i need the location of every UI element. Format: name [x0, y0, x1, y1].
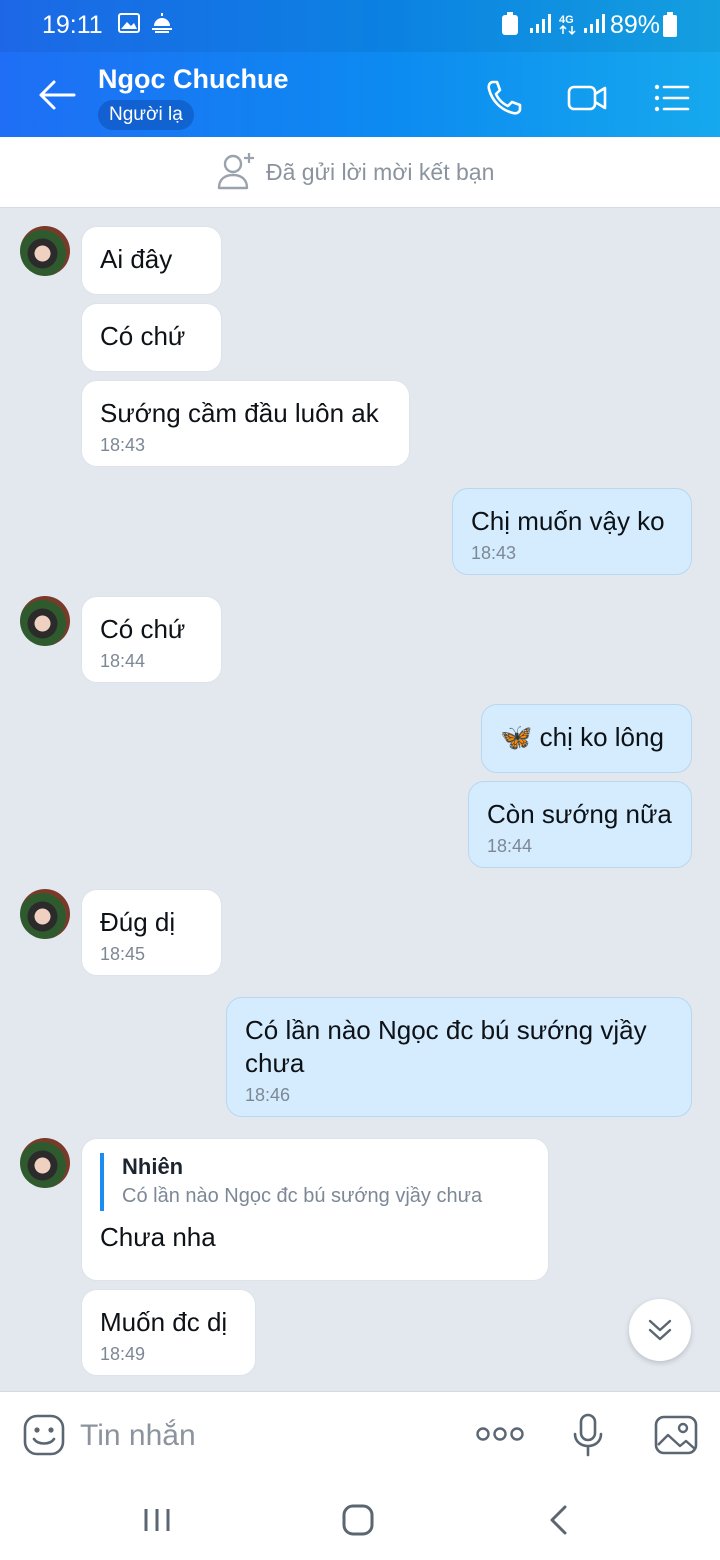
svg-text:4G: 4G — [559, 14, 574, 26]
recent-apps-icon[interactable] — [136, 1499, 178, 1541]
microphone-icon[interactable] — [572, 1412, 604, 1458]
contact-avatar[interactable] — [20, 889, 70, 939]
contact-avatar[interactable] — [20, 226, 70, 276]
home-icon[interactable] — [337, 1499, 379, 1541]
incoming-message[interactable]: Có chứ 18:44 — [81, 596, 222, 683]
scroll-to-bottom-button[interactable] — [629, 1299, 691, 1361]
stranger-badge: Người lạ — [98, 100, 194, 130]
phone-icon[interactable] — [484, 78, 524, 118]
message-text: Đúg dị — [100, 907, 176, 937]
battery-icon — [663, 12, 677, 37]
message-time: 18:49 — [100, 1344, 146, 1364]
message-time: 18:43 — [100, 435, 146, 455]
message-text: chị ko lông — [539, 722, 664, 752]
friend-request-status: Đã gửi lời mời kết bạn — [266, 159, 495, 185]
battery-percent: 89% — [609, 11, 660, 39]
app-header: 19:11 4G 89% Ngọc Chuchue Người lạ — [0, 0, 720, 137]
incoming-message[interactable]: Ai đây — [81, 226, 222, 295]
message-text: Có lần nào Ngọc đc bú sướng vjầy chưa — [245, 1015, 647, 1078]
incoming-reply-message[interactable]: Nhiên Có lần nào Ngọc đc bú sướng vjầy c… — [81, 1138, 549, 1281]
message-time: 18:44 — [100, 651, 146, 671]
more-dots-icon[interactable] — [476, 1424, 524, 1444]
nav-back-icon[interactable] — [538, 1499, 580, 1541]
incoming-message[interactable]: Đúg dị 18:45 — [81, 889, 222, 976]
message-text: Sướng cầm đầu luôn ak — [100, 398, 379, 428]
signal-icon-1 — [530, 14, 551, 33]
video-camera-icon[interactable] — [566, 78, 608, 118]
status-time: 19:11 — [42, 11, 103, 39]
message-text: Chưa nha — [100, 1222, 216, 1252]
contact-name[interactable]: Ngọc Chuchue — [98, 64, 289, 95]
message-text: Muốn đc dị — [100, 1307, 228, 1337]
message-time: 18:44 — [487, 836, 533, 856]
image-icon[interactable] — [654, 1414, 698, 1456]
status-bar: 19:11 4G 89% — [0, 0, 720, 52]
signal-icon-2 — [584, 14, 605, 33]
4g-icon: 4G — [559, 14, 576, 36]
message-time: 18:45 — [100, 944, 146, 964]
message-input[interactable] — [80, 1414, 440, 1458]
back-arrow-icon[interactable] — [34, 72, 80, 118]
system-nav-bar — [0, 1479, 720, 1560]
quoted-text: Có lần nào Ngọc đc bú sướng vjầy chưa — [122, 1185, 483, 1207]
incoming-message[interactable]: Muốn đc dị 18:49 — [81, 1289, 256, 1376]
message-text: Còn sướng nữa — [487, 799, 672, 829]
incoming-message[interactable]: Có chứ — [81, 303, 222, 372]
outgoing-message[interactable]: Chị muốn vậy ko 18:43 — [452, 488, 692, 575]
message-text: Chị muốn vậy ko — [471, 506, 665, 536]
outgoing-message[interactable]: Có lần nào Ngọc đc bú sướng vjầy chưa 18… — [226, 997, 692, 1117]
message-text: Ai đây — [100, 244, 173, 274]
message-time: 18:46 — [245, 1085, 291, 1105]
message-input-bar — [0, 1391, 720, 1479]
friend-request-bar: Đã gửi lời mời kết bạn — [0, 137, 720, 208]
butterfly-emoji: 🦋 — [500, 722, 533, 752]
outgoing-message[interactable]: Còn sướng nữa 18:44 — [468, 781, 692, 868]
chevron-double-down-icon — [648, 1319, 672, 1341]
battery-saver-icon — [502, 12, 518, 35]
list-menu-icon[interactable] — [652, 78, 692, 118]
message-text: Có chứ — [100, 614, 186, 644]
message-text: Có chứ — [100, 321, 186, 351]
add-friend-icon — [217, 153, 254, 190]
smiley-icon[interactable] — [22, 1413, 66, 1457]
quoted-author: Nhiên — [122, 1154, 184, 1179]
message-time: 18:43 — [471, 543, 517, 563]
outgoing-message[interactable]: 🦋 chị ko lông — [481, 704, 692, 773]
gallery-notification-icon — [118, 13, 140, 33]
contact-avatar[interactable] — [20, 596, 70, 646]
incoming-message[interactable]: Sướng cầm đầu luôn ak 18:43 — [81, 380, 410, 467]
weather-notification-icon — [152, 13, 172, 33]
quoted-reply[interactable]: Nhiên Có lần nào Ngọc đc bú sướng vjầy c… — [100, 1153, 530, 1211]
contact-avatar[interactable] — [20, 1138, 70, 1188]
